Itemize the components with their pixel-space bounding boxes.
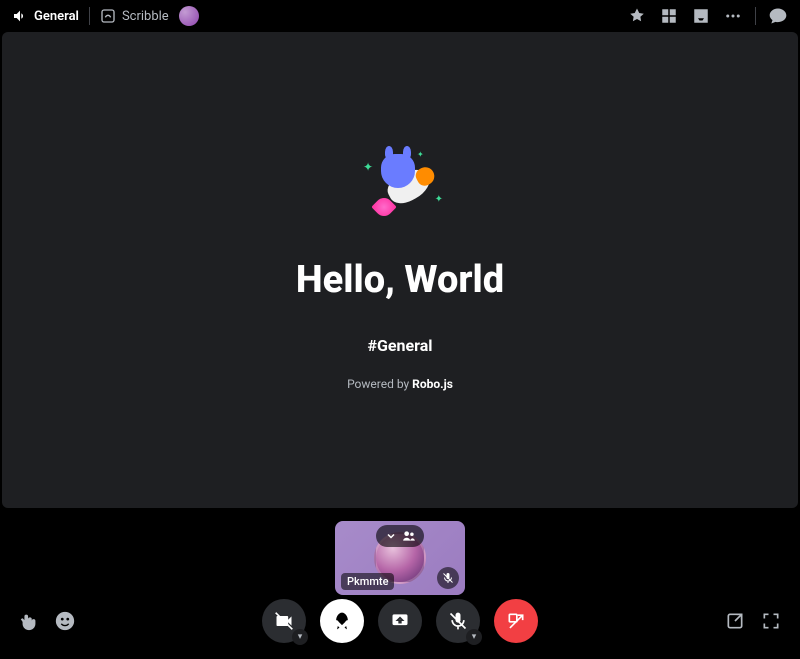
activities-button[interactable] xyxy=(320,599,364,643)
activity-stage: ✦ ✦ ✦ Hello, World #General Powered by R… xyxy=(2,32,798,508)
camera-off-button[interactable]: ▾ xyxy=(262,599,306,643)
wumpus-rocket-illustration: ✦ ✦ ✦ xyxy=(355,150,445,230)
powered-name: Robo.js xyxy=(412,377,453,391)
call-controls-bar: ▾ ▾ xyxy=(0,599,800,643)
leave-call-button[interactable] xyxy=(494,599,538,643)
topbar-left: General Scribble xyxy=(12,6,199,26)
powered-prefix: Powered by xyxy=(347,377,412,391)
chevron-down-icon[interactable]: ▾ xyxy=(466,629,482,645)
divider xyxy=(89,7,90,25)
topbar-right xyxy=(627,6,788,26)
activity-name: Scribble xyxy=(122,9,169,24)
people-icon[interactable] xyxy=(400,527,418,545)
bottom-area: Pkmmte ▾ ▾ xyxy=(0,509,800,659)
more-icon[interactable] xyxy=(723,6,743,26)
mute-mic-button[interactable]: ▾ xyxy=(436,599,480,643)
fullscreen-icon[interactable] xyxy=(760,610,782,632)
stage-title: Hello, World xyxy=(296,258,504,302)
user-avatar-small[interactable] xyxy=(179,6,199,26)
share-screen-button[interactable] xyxy=(378,599,422,643)
activity-icon xyxy=(100,8,116,24)
rocket-boost-icon[interactable] xyxy=(627,6,647,26)
participant-name-label: Pkmmte xyxy=(341,573,394,590)
emoji-reaction-icon[interactable] xyxy=(54,610,76,632)
top-bar: General Scribble xyxy=(0,0,800,32)
controls-center: ▾ ▾ xyxy=(262,599,538,643)
divider xyxy=(755,7,756,25)
participant-tile[interactable]: Pkmmte xyxy=(335,521,465,595)
channel-name: General xyxy=(34,9,79,24)
stage-channel-tag: #General xyxy=(367,336,432,355)
controls-left xyxy=(18,610,76,632)
chat-icon[interactable] xyxy=(768,6,788,26)
powered-by: Powered by Robo.js xyxy=(347,377,453,391)
activity-scribble[interactable]: Scribble xyxy=(100,8,169,24)
popout-icon[interactable] xyxy=(724,610,746,632)
inbox-icon[interactable] xyxy=(691,6,711,26)
speaker-icon xyxy=(12,8,28,24)
muted-badge-icon xyxy=(437,567,459,589)
voice-channel-general[interactable]: General xyxy=(12,8,79,24)
chevron-down-icon[interactable] xyxy=(382,527,400,545)
grid-icon[interactable] xyxy=(659,6,679,26)
controls-right xyxy=(724,610,782,632)
tile-overlay-controls[interactable] xyxy=(376,525,424,547)
chevron-down-icon[interactable]: ▾ xyxy=(292,629,308,645)
wave-reaction-icon[interactable] xyxy=(18,610,40,632)
